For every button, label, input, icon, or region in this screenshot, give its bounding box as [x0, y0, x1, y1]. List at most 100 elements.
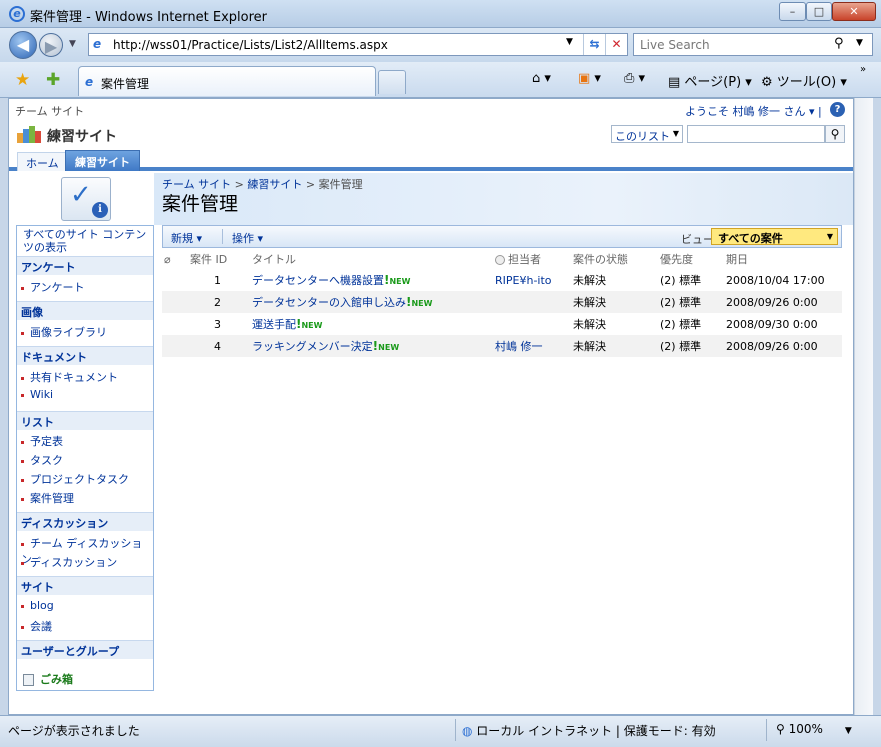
- actions-menu-label[interactable]: 操作: [232, 232, 254, 245]
- info-icon: i: [92, 202, 108, 218]
- site-search-go-icon[interactable]: ⚲: [825, 125, 845, 143]
- column-header-due[interactable]: 期日: [724, 249, 842, 269]
- url-text[interactable]: http://wss01/Practice/Lists/List2/AllIte…: [113, 38, 388, 52]
- page-menu[interactable]: ▤ ページ(P) ▾: [668, 71, 752, 90]
- cell-due: 2008/09/26 0:00: [724, 291, 842, 313]
- new-badge-icon: !NEW: [384, 273, 411, 287]
- vertical-scrollbar[interactable]: [854, 98, 873, 715]
- status-divider: [455, 719, 456, 741]
- zoom-control[interactable]: ⚲ 100% ▼: [776, 722, 852, 736]
- table-row: 4 ラッキングメンバー決定!NEW 村嶋 修一 未解決 (2) 標準 2008/…: [162, 335, 842, 357]
- item-title-link[interactable]: ラッキングメンバー決定: [252, 340, 373, 353]
- cell-title: ラッキングメンバー決定!NEW: [250, 335, 493, 357]
- ql-item-wiki[interactable]: Wiki: [21, 388, 53, 401]
- view-all-site-content-link[interactable]: すべてのサイト コンテンツの表示: [17, 226, 153, 255]
- tools-menu-label[interactable]: ツール(O): [777, 75, 836, 90]
- search-scope-select[interactable]: このリスト ▼: [611, 125, 683, 143]
- assignee-link[interactable]: 村嶋 修一: [495, 340, 543, 353]
- ql-item-survey[interactable]: アンケート: [21, 279, 85, 295]
- search-placeholder[interactable]: Live Search: [640, 38, 710, 52]
- zoom-level[interactable]: 100%: [789, 722, 823, 736]
- back-button[interactable]: ◀: [9, 31, 37, 59]
- address-field[interactable]: e http://wss01/Practice/Lists/List2/AllI…: [88, 33, 628, 56]
- column-header-status[interactable]: 案件の状態: [571, 249, 658, 269]
- tab-practice-site[interactable]: 練習サイト: [65, 150, 140, 171]
- ql-item-calendar[interactable]: 予定表: [21, 433, 63, 449]
- ql-item-shared-documents[interactable]: 共有ドキュメント: [21, 369, 118, 385]
- list-table: ⌀ 案件 ID タイトル 担当者 案件の状態 優先度 期日 1 データセンターへ…: [162, 249, 842, 357]
- ql-heading-sites[interactable]: サイト: [17, 576, 153, 595]
- assignee-link[interactable]: RIPE¥h-ito: [495, 274, 552, 287]
- item-title-link[interactable]: データセンターの入館申し込み: [252, 296, 406, 309]
- print-icon[interactable]: ⎙ ▾: [624, 71, 645, 86]
- recycle-bin-label[interactable]: ごみ箱: [40, 673, 73, 686]
- recycle-bin-link[interactable]: ごみ箱: [23, 671, 73, 687]
- search-dropdown-icon[interactable]: ▼: [856, 38, 863, 48]
- close-button[interactable]: ✕: [832, 2, 876, 21]
- view-select-value[interactable]: すべての案件: [718, 232, 783, 245]
- new-badge-label: NEW: [389, 277, 411, 286]
- minimize-button[interactable]: –: [779, 2, 806, 21]
- ql-item-project-tasks[interactable]: プロジェクトタスク: [21, 471, 129, 487]
- welcome-menu[interactable]: ようこそ 村嶋 修一 さん ▾ |: [685, 103, 822, 119]
- top-navigation: ホーム 練習サイト: [9, 149, 853, 171]
- ql-heading-surveys[interactable]: アンケート: [17, 256, 153, 275]
- tab-title[interactable]: 案件管理: [101, 75, 149, 92]
- stop-icon[interactable]: ✕: [605, 34, 627, 55]
- rss-feed-icon[interactable]: ▣ ▾: [578, 71, 601, 86]
- item-title-link[interactable]: 運送手配: [252, 318, 296, 331]
- home-icon[interactable]: ⌂ ▾: [532, 71, 551, 86]
- new-menu[interactable]: 新規 ▾: [171, 230, 202, 246]
- chevron-down-icon[interactable]: ▼: [827, 232, 833, 241]
- column-header-assignee[interactable]: 担当者: [493, 249, 571, 269]
- item-title-link[interactable]: データセンターへ機器設置: [252, 274, 384, 287]
- view-select[interactable]: すべての案件 ▼: [711, 228, 838, 245]
- add-favorites-icon[interactable]: ✚: [46, 70, 60, 90]
- security-zone[interactable]: ◍ ローカル イントラネット | 保護モード: 有効: [462, 722, 716, 739]
- forward-button[interactable]: ▶: [39, 33, 63, 57]
- address-dropdown-icon[interactable]: ▼: [566, 37, 573, 47]
- more-chevron-icon[interactable]: »: [860, 64, 866, 75]
- favorites-star-icon[interactable]: ★: [15, 70, 30, 90]
- ql-heading-discussions[interactable]: ディスカッション: [17, 512, 153, 531]
- tab-home[interactable]: ホーム: [17, 152, 68, 171]
- ql-heading-people-groups[interactable]: ユーザーとグループ: [17, 640, 153, 659]
- site-name[interactable]: 練習サイト: [47, 126, 117, 146]
- history-dropdown-icon[interactable]: ▼: [69, 39, 76, 49]
- window-titlebar: e 案件管理 - Windows Internet Explorer – □ ✕: [0, 0, 881, 28]
- ql-heading-pictures[interactable]: 画像: [17, 301, 153, 320]
- search-box[interactable]: Live Search ⚲ ▼: [633, 33, 873, 56]
- column-header-priority[interactable]: 優先度: [658, 249, 724, 269]
- attachment-column-icon[interactable]: ⌀: [162, 249, 188, 269]
- search-icon[interactable]: ⚲: [834, 36, 844, 51]
- site-search-input[interactable]: [687, 125, 825, 143]
- ql-item-blog[interactable]: blog: [21, 599, 54, 612]
- tools-menu[interactable]: ⚙ ツール(O) ▾: [761, 71, 847, 90]
- actions-menu[interactable]: 操作 ▾: [232, 230, 263, 246]
- ql-item-meeting[interactable]: 会議: [21, 618, 52, 634]
- chevron-down-icon[interactable]: ▼: [673, 129, 679, 138]
- zoom-dropdown-icon[interactable]: ▼: [845, 726, 852, 736]
- ql-item-tasks[interactable]: タスク: [21, 452, 63, 468]
- page-menu-label[interactable]: ページ(P): [684, 75, 741, 90]
- ql-heading-lists[interactable]: リスト: [17, 411, 153, 430]
- new-menu-label[interactable]: 新規: [171, 232, 193, 245]
- checkmark-icon: ✓: [70, 180, 92, 210]
- list-icon: ✓ i: [61, 177, 111, 221]
- ql-item-case-management[interactable]: 案件管理: [21, 490, 74, 506]
- ql-item-picture-library[interactable]: 画像ライブラリ: [21, 324, 107, 340]
- column-header-assignee-label[interactable]: 担当者: [508, 253, 541, 266]
- team-site-link[interactable]: チーム サイト: [15, 103, 84, 119]
- ql-heading-documents[interactable]: ドキュメント: [17, 346, 153, 365]
- security-zone-label[interactable]: ローカル イントラネット | 保護モード: 有効: [476, 724, 715, 738]
- help-icon[interactable]: ?: [830, 102, 845, 117]
- refresh-icon[interactable]: ⇆: [583, 34, 605, 55]
- browser-tab[interactable]: e 案件管理: [78, 66, 376, 96]
- breadcrumb-practice-site[interactable]: 練習サイト: [247, 178, 302, 191]
- column-header-id[interactable]: 案件 ID: [188, 249, 250, 269]
- new-tab-button[interactable]: [378, 70, 406, 94]
- maximize-button[interactable]: □: [806, 2, 832, 21]
- search-scope-value[interactable]: このリスト: [615, 130, 670, 143]
- column-header-title[interactable]: タイトル: [250, 249, 493, 269]
- ql-item-discussion[interactable]: ディスカッション: [21, 554, 117, 570]
